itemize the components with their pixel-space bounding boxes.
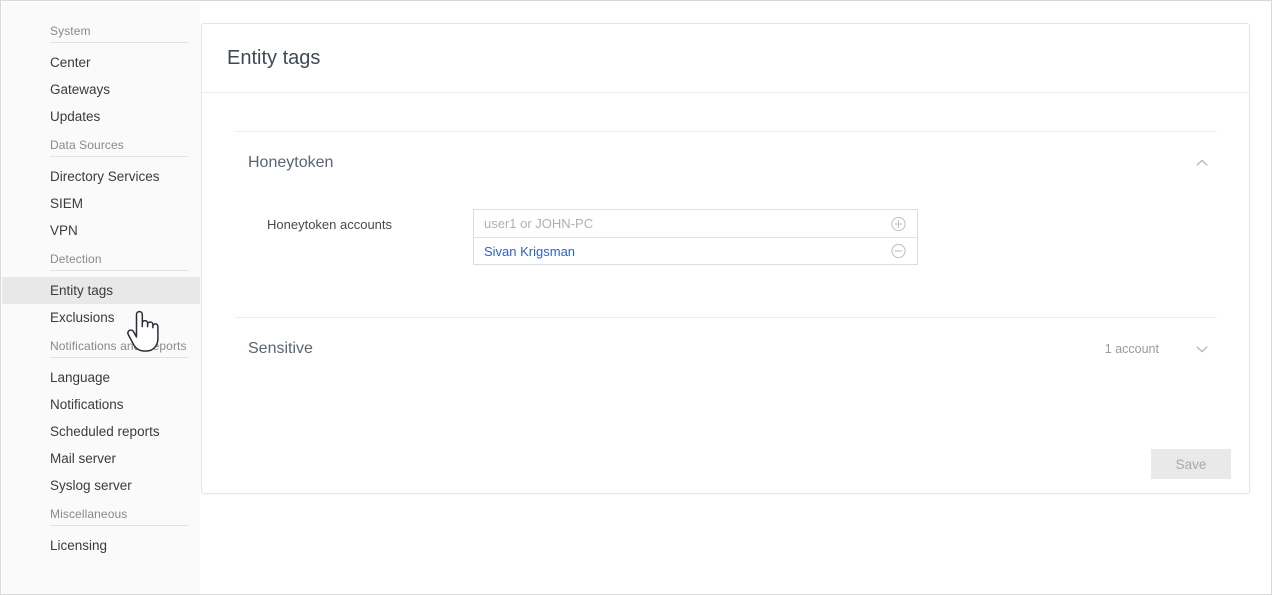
circle-minus-icon[interactable]	[891, 243, 906, 259]
section-honeytoken: Honeytoken Honeytoken accounts user1 or …	[235, 131, 1217, 317]
card-header: Entity tags	[202, 24, 1249, 93]
nav-group-detection: Detection Entity tags Exclusions	[2, 252, 200, 331]
list-item[interactable]: Sivan Krigsman	[474, 237, 917, 264]
circle-plus-icon[interactable]	[891, 216, 906, 231]
nav-group-header: Miscellaneous	[50, 507, 128, 521]
sidebar-item-siem[interactable]: SIEM	[2, 190, 200, 217]
nav-group-header: Data Sources	[50, 138, 124, 152]
nav-group-system: System Center Gateways Updates	[2, 24, 200, 130]
sidebar-item-updates[interactable]: Updates	[2, 103, 200, 130]
sidebar-item-scheduled-reports[interactable]: Scheduled reports	[2, 418, 200, 445]
nav-group-miscellaneous: Miscellaneous Licensing	[2, 507, 200, 559]
honeytoken-accounts-list: Sivan Krigsman	[473, 209, 918, 265]
honeytoken-account-name: Sivan Krigsman	[484, 243, 576, 259]
nav-group-notifications-and-reports: Notifications and Reports Language Notif…	[2, 339, 200, 499]
settings-page: System Center Gateways Updates Data Sour…	[0, 0, 1272, 595]
nav-group-divider	[50, 42, 188, 43]
nav-group-data-sources: Data Sources Directory Services SIEM VPN	[2, 138, 200, 244]
page-title: Entity tags	[227, 46, 321, 69]
nav-group-divider	[50, 270, 188, 271]
sidebar-item-directory-services[interactable]: Directory Services	[2, 163, 200, 190]
honeytoken-search-input[interactable]	[484, 216, 864, 231]
chevron-down-icon[interactable]	[1192, 339, 1212, 359]
honeytoken-input-row	[474, 210, 917, 237]
section-sensitive-header[interactable]: Sensitive 1 account	[235, 318, 1217, 380]
nav-group-divider	[50, 156, 188, 157]
nav-group-header: Notifications and Reports	[50, 339, 187, 353]
section-honeytoken-header[interactable]: Honeytoken	[235, 132, 1217, 194]
nav-group-divider	[50, 357, 188, 358]
save-button[interactable]: Save	[1151, 449, 1231, 479]
section-sensitive-title: Sensitive	[248, 340, 313, 357]
section-honeytoken-content: Honeytoken accounts user1 or JOHN-PC Siv…	[235, 194, 1217, 317]
sensitive-account-count: 1 account	[1104, 342, 1159, 356]
nav-group-divider	[50, 525, 188, 526]
sidebar-item-exclusions[interactable]: Exclusions	[2, 304, 200, 331]
sidebar-item-syslog-server[interactable]: Syslog server	[2, 472, 200, 499]
sidebar-item-mail-server[interactable]: Mail server	[2, 445, 200, 472]
sidebar-item-vpn[interactable]: VPN	[2, 217, 200, 244]
card-footer: Save	[1151, 449, 1231, 479]
section-sensitive: Sensitive 1 account	[235, 317, 1217, 380]
content-card: Entity tags Honeytoken Honeytoken accoun…	[201, 23, 1250, 494]
sidebar-item-notifications[interactable]: Notifications	[2, 391, 200, 418]
nav-group-header: System	[50, 24, 91, 38]
chevron-up-icon[interactable]	[1192, 153, 1212, 173]
section-honeytoken-title: Honeytoken	[248, 154, 334, 171]
honeytoken-accounts-label: Honeytoken accounts	[267, 217, 393, 232]
sidebar-item-language[interactable]: Language	[2, 364, 200, 391]
nav-group-header: Detection	[50, 252, 102, 266]
card-body: Honeytoken Honeytoken accounts user1 or …	[202, 93, 1249, 380]
sidebar-item-licensing[interactable]: Licensing	[2, 532, 200, 559]
sidebar-item-center[interactable]: Center	[2, 49, 200, 76]
sidebar-navigation: System Center Gateways Updates Data Sour…	[2, 2, 200, 594]
sidebar-item-gateways[interactable]: Gateways	[2, 76, 200, 103]
sidebar-item-entity-tags[interactable]: Entity tags	[2, 277, 200, 304]
